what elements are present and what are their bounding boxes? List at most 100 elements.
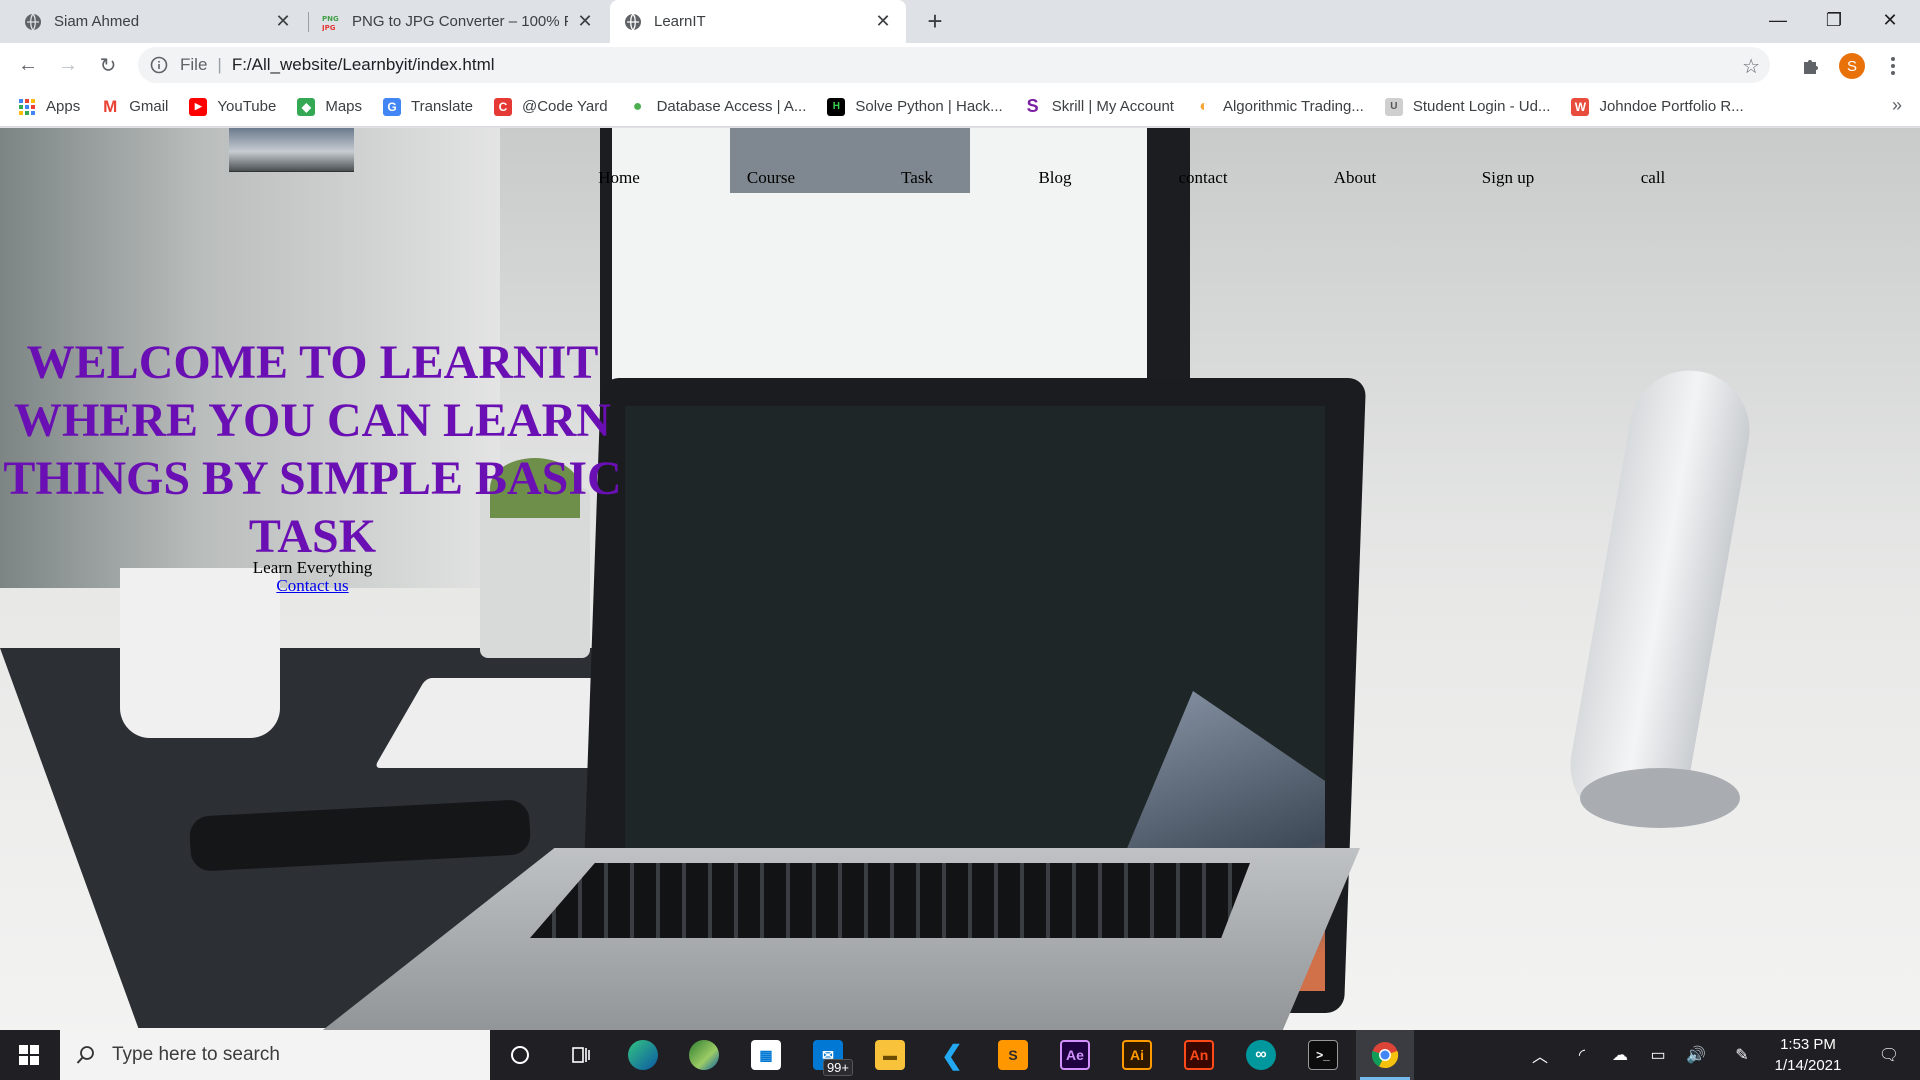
tray-overflow-chevron-icon[interactable]: ︿ [1525,1030,1555,1080]
tab-png-to-jpg[interactable]: PNGJPG PNG to JPG Converter – 100% Free … [308,0,608,43]
maps-icon: ◆ [297,97,316,116]
task-view-icon[interactable] [552,1030,610,1080]
illustrator-icon[interactable]: Ai [1108,1030,1166,1080]
nav-task[interactable]: Task [901,168,933,188]
apps-grid-icon [18,98,36,116]
bookmark-star-icon[interactable]: ☆ [1742,54,1760,79]
bookmark-label: Algorithmic Trading... [1222,98,1364,115]
minimize-icon[interactable]: — [1750,0,1806,40]
clock-date: 1/14/2021 [1774,1057,1842,1074]
tab-strip: Siam Ahmed ✕ PNG JPG PNG to JPG Converter… [0,0,1920,43]
bookmark-label: Student Login - Ud... [1412,98,1551,115]
bookmark-solve-python[interactable]: H Solve Python | Hack... [827,97,1003,116]
cortana-icon[interactable] [491,1030,549,1080]
forward-arrow-icon[interactable]: → [52,49,84,81]
nav-about[interactable]: About [1334,168,1377,188]
tab-learnit[interactable]: LearnIT ✕ [610,0,906,43]
bookmark-label: YouTube [217,98,277,115]
nav-course[interactable]: Course [747,168,795,188]
animate-icon[interactable]: An [1170,1030,1228,1080]
tab-title: PNG to JPG Converter – 100% Free [352,13,568,30]
new-tab-button[interactable]: + [920,6,950,36]
bookmark-maps[interactable]: ◆ Maps [297,97,362,116]
notifications-icon[interactable]: 🗨 [1864,1030,1914,1080]
nav-contact[interactable]: contact [1178,168,1227,188]
search-placeholder: Type here to search [112,1044,280,1065]
profile-avatar[interactable]: S [1839,53,1865,79]
tab-title: LearnIT [654,13,706,30]
youtube-icon: ▶ [189,97,208,116]
bookmark-label: Translate [411,98,473,115]
bookmark-algorithmic-trading[interactable]: ◐ Algorithmic Trading... [1195,98,1364,116]
pen-workspace-icon[interactable]: ✎ [1727,1030,1757,1080]
after-effects-label: Ae [1060,1040,1090,1070]
chrome-icon[interactable] [1356,1030,1414,1080]
nav-home[interactable]: Home [598,168,640,188]
start-button[interactable] [0,1030,58,1080]
code-yard-icon: C [494,97,512,116]
bookmarks-overflow-chevron-icon[interactable]: » [1892,95,1902,116]
network-icon[interactable]: ◜ [1567,1030,1597,1080]
bookmark-gmail[interactable]: M Gmail [101,97,169,116]
reload-icon[interactable]: ↻ [92,49,124,81]
bookmark-youtube[interactable]: ▶ YouTube [189,97,277,116]
restore-icon[interactable]: ❐ [1806,0,1862,40]
edge-icon[interactable] [614,1030,672,1080]
bookmark-translate[interactable]: G Translate [383,97,473,116]
window-close-icon[interactable]: ✕ [1862,0,1918,40]
bookmark-label: Solve Python | Hack... [855,98,1003,115]
kebab-menu-icon[interactable] [1880,53,1906,79]
after-effects-icon[interactable]: Ae [1046,1030,1104,1080]
tab-title: Siam Ahmed [54,13,140,30]
bookmark-label: Johndoe Portfolio R... [1599,98,1744,115]
bookmark-label: Database Access | A... [656,98,807,115]
hackerrank-icon: H [827,97,846,116]
bookmark-label: Apps [46,98,81,115]
sublime-icon[interactable]: S [984,1030,1042,1080]
mail-icon[interactable]: ✉ 99+ [799,1030,857,1080]
illustrator-label: Ai [1122,1040,1152,1070]
vscode-icon[interactable]: ❮ [923,1030,981,1080]
close-icon[interactable]: ✕ [874,11,892,31]
contact-us-link[interactable]: Contact us [276,576,348,596]
nav-sign-up[interactable]: Sign up [1482,168,1534,188]
bookmark-label: @Code Yard [522,98,608,115]
close-icon[interactable]: ✕ [576,11,594,31]
bookmark-skrill[interactable]: S Skrill | My Account [1024,96,1174,116]
tab-siam-ahmed[interactable]: Siam Ahmed ✕ [0,0,306,43]
battery-icon[interactable]: ▭ [1643,1030,1673,1080]
info-icon[interactable] [150,56,168,74]
arduino-icon[interactable]: ∞ [1232,1030,1290,1080]
udemy-icon: U [1384,97,1403,116]
site-logo[interactable] [229,128,354,172]
back-arrow-icon[interactable]: ← [12,49,44,81]
bookmark-student-login[interactable]: U Student Login - Ud... [1384,97,1551,116]
close-icon[interactable]: ✕ [274,11,292,31]
extensions-puzzle-icon[interactable] [1800,55,1822,77]
volume-icon[interactable]: 🔊 [1681,1030,1711,1080]
onedrive-cloud-icon[interactable]: ☁ [1605,1030,1635,1080]
bookmark-database-access[interactable]: ● Database Access | A... [629,98,807,116]
taskbar-search-box[interactable]: Type here to search [60,1030,490,1080]
address-bar[interactable]: File | F:/All_website/Learnbyit/index.ht… [138,47,1770,83]
trading-icon: ◐ [1199,97,1209,115]
mail-unread-badge: 99+ [822,1059,853,1076]
nav-blog[interactable]: Blog [1038,168,1071,188]
bookmark-code-yard[interactable]: C @Code Yard [494,97,608,116]
hero-section: Welcome to LearnIT where you can learn t… [0,334,625,596]
bookmark-apps[interactable]: Apps [18,98,80,116]
windows-logo-icon [19,1045,39,1065]
bookmark-label: Gmail [129,98,169,115]
bookmark-johndoe-portfolio[interactable]: W Johndoe Portfolio R... [1571,97,1744,116]
url-text[interactable]: F:/All_website/Learnbyit/index.html [232,55,495,75]
store-icon[interactable]: ▦ [737,1030,795,1080]
clock-time: 1:53 PM [1780,1036,1836,1053]
bookmarks-bar: Apps M Gmail ▶ YouTube ◆ Maps G Translat… [0,87,1920,127]
file-explorer-icon[interactable]: ▬ [861,1030,919,1080]
globe-icon [625,13,641,30]
bookmark-label: Skrill | My Account [1051,98,1174,115]
taskbar-clock[interactable]: 1:53 PM 1/14/2021 [1760,1034,1856,1076]
nav-call[interactable]: call [1641,168,1666,188]
terminal-icon[interactable]: >_ [1294,1030,1352,1080]
edge-dev-icon[interactable] [675,1030,733,1080]
